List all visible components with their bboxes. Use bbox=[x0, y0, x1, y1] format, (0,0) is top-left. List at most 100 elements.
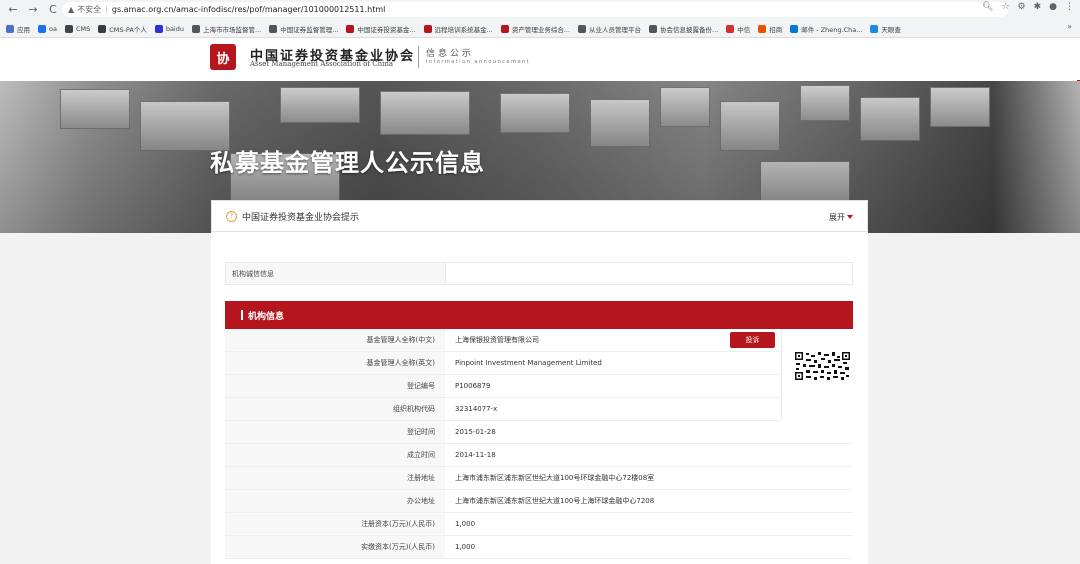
bookmark-favicon-icon bbox=[578, 24, 587, 33]
browser-toolbar: ← → C ▲ 不安全 | gs.amac.org.cn/amac-infodi… bbox=[0, 0, 1080, 38]
bookmark-label: CMS-PA个人 bbox=[109, 25, 147, 34]
bookmark-label: 远程培训系统基金... bbox=[434, 25, 493, 34]
bookmark-label: baidu bbox=[165, 24, 184, 33]
info-row-value: 上海市浦东新区浦东新区世纪大道100号上海环球金融中心7208 bbox=[455, 497, 655, 505]
complain-button[interactable]: 投诉 bbox=[730, 332, 775, 348]
caret-down-icon[interactable] bbox=[847, 215, 853, 219]
bookmark-item[interactable]: 中信 bbox=[726, 24, 750, 34]
bookmark-label: 上海市市场监督管... bbox=[203, 25, 262, 34]
profile-icon[interactable]: ● bbox=[1049, 2, 1057, 12]
forward-icon[interactable]: → bbox=[26, 3, 40, 17]
bookmark-item[interactable]: 邮件 - Zheng.Cha... bbox=[790, 24, 862, 34]
bookmark-label: CMS bbox=[75, 24, 91, 33]
bookmark-item[interactable]: CMS bbox=[64, 24, 91, 33]
bookmark-item[interactable]: 中国证券监督管理... bbox=[269, 24, 338, 34]
bookmarks-more-icon[interactable]: » bbox=[1067, 22, 1072, 31]
bookmark-label: oa bbox=[49, 24, 57, 33]
bookmark-label: 招商 bbox=[769, 25, 783, 34]
zoom-icon[interactable]: 🔍︎ bbox=[982, 2, 993, 12]
bookmark-item[interactable]: 远程培训系统基金... bbox=[423, 24, 493, 34]
menu-icon[interactable]: ⋮ bbox=[1065, 2, 1074, 12]
bookmark-label: 中国证券投资基金... bbox=[357, 25, 416, 34]
bookmark-favicon-icon bbox=[649, 24, 658, 33]
info-row-label: 成立时间 bbox=[225, 444, 445, 466]
credit-info-label: 机构诚信信息 bbox=[226, 263, 446, 284]
bookmark-label: 从业人员管理平台 bbox=[589, 25, 642, 34]
bookmark-favicon-icon bbox=[790, 24, 799, 33]
bookmark-favicon-icon bbox=[98, 24, 107, 33]
qr-code-icon bbox=[794, 351, 851, 381]
section-bar bbox=[241, 310, 243, 320]
address-bar[interactable]: ▲ 不安全 | gs.amac.org.cn/amac-infodisc/res… bbox=[62, 2, 1008, 17]
bookmark-favicon-icon bbox=[269, 24, 278, 33]
bookmark-label: 邮件 - Zheng.Cha... bbox=[801, 25, 863, 34]
puzzle-icon[interactable]: ✱ bbox=[1034, 2, 1042, 12]
info-row-value: 1,000 bbox=[455, 520, 476, 528]
qr-cell bbox=[781, 329, 853, 421]
bookmark-favicon-icon bbox=[870, 24, 879, 33]
amac-logo[interactable]: 协 bbox=[210, 44, 236, 70]
insecure-label: 不安全 bbox=[77, 5, 102, 14]
extension-icon[interactable]: ⚙ bbox=[1018, 2, 1026, 12]
back-icon[interactable]: ← bbox=[6, 3, 20, 17]
bookmark-item[interactable]: 资产管理业务综合... bbox=[500, 24, 571, 34]
info-row-value: 32314077-x bbox=[455, 405, 498, 413]
bookmark-label: 协会信息披露备份... bbox=[660, 25, 719, 34]
credit-info-row: 机构诚信信息 bbox=[225, 262, 853, 285]
warning-icon: ▲ bbox=[68, 5, 75, 14]
bookmark-favicon-icon bbox=[726, 24, 735, 33]
bookmark-item[interactable]: 上海市市场监督管... bbox=[192, 24, 261, 34]
bookmark-favicon-icon bbox=[154, 24, 163, 33]
info-row-label: 基金管理人全称(英文) bbox=[225, 352, 445, 374]
info-row: 实缴资本(万元)(人民币) 1,000 bbox=[225, 536, 853, 559]
info-row-value: Pinpoint Investment Management Limited bbox=[455, 359, 602, 367]
info-row: 注册资本(万元)(人民币) 1,000 bbox=[225, 513, 853, 536]
notice-bar[interactable]: ? 中国证券投资基金业协会提示 展开 bbox=[211, 200, 868, 232]
bookmark-item[interactable]: baidu bbox=[154, 24, 184, 33]
bookmark-item[interactable]: CMS-PA个人 bbox=[98, 24, 147, 34]
address-separator: | bbox=[105, 5, 108, 14]
info-row-value: 1,000 bbox=[455, 543, 476, 551]
info-row-label: 基金管理人全称(中文) bbox=[225, 329, 445, 351]
section-name-cn: 信息公示 bbox=[426, 49, 475, 59]
info-row: 组织机构代码 32314077-x bbox=[225, 398, 853, 421]
bookmark-label: 中国证券监督管理... bbox=[280, 25, 339, 34]
notice-text: 中国证券投资基金业协会提示 bbox=[242, 212, 360, 223]
section-name-en: information announcement bbox=[426, 59, 531, 65]
url-text[interactable]: gs.amac.org.cn/amac-infodisc/res/pof/man… bbox=[112, 5, 385, 14]
bookmark-label: 天眼查 bbox=[881, 25, 901, 34]
site-header: 协 中国证券投资基金业协会 Asset Management Associati… bbox=[0, 38, 1080, 81]
info-row: 办公地址 上海市浦东新区浦东新区世纪大道100号上海环球金融中心7208 bbox=[225, 490, 853, 513]
bookmark-item[interactable]: 招商 bbox=[758, 24, 782, 34]
info-row: 注册地址 上海市浦东新区浦东新区世纪大道100号环球金融中心72楼08室 bbox=[225, 467, 853, 490]
bookmark-favicon-icon bbox=[423, 24, 432, 33]
info-row-label: 组织机构代码 bbox=[225, 398, 445, 420]
bookmark-item[interactable]: 中国证券投资基金... bbox=[346, 24, 416, 34]
bookmark-item[interactable]: 应用 bbox=[6, 24, 30, 34]
section-header: 机构信息 bbox=[225, 301, 853, 329]
bookmark-item[interactable]: 天眼查 bbox=[870, 24, 901, 34]
question-icon: ? bbox=[226, 210, 237, 222]
bookmark-item[interactable]: 协会信息披露备份... bbox=[649, 24, 718, 34]
reload-icon[interactable]: C bbox=[46, 3, 60, 17]
info-row-label: 注册地址 bbox=[225, 467, 445, 489]
info-row-value: 2014-11-18 bbox=[455, 451, 496, 459]
address-row: ← → C ▲ 不安全 | gs.amac.org.cn/amac-infodi… bbox=[0, 0, 1080, 19]
info-row-value: 2015-01-28 bbox=[455, 428, 496, 436]
info-row: 成立时间 2014-11-18 bbox=[225, 444, 853, 467]
info-row-label: 注册资本(万元)(人民币) bbox=[225, 513, 445, 535]
bookmark-favicon-icon bbox=[6, 24, 14, 33]
bookmark-label: 资产管理业务综合... bbox=[511, 25, 571, 34]
page-title: 私募基金管理人公示信息 bbox=[210, 149, 485, 177]
bookmark-favicon-icon bbox=[192, 24, 200, 33]
bookmark-favicon-icon bbox=[64, 24, 73, 33]
info-row-label: 登记编号 bbox=[225, 375, 445, 397]
bookmark-item[interactable]: oa bbox=[38, 24, 57, 33]
section-title: 机构信息 bbox=[248, 311, 285, 322]
expand-toggle[interactable]: 展开 bbox=[829, 212, 845, 223]
star-icon[interactable]: ☆ bbox=[1001, 2, 1009, 12]
bookmarks-bar: 应用 oa CMS CMS-PA个人 baidu 上海市市场监督管... 中国证券监督管理.… bbox=[0, 20, 1080, 37]
bookmark-label: 应用 bbox=[17, 25, 30, 34]
bookmark-item[interactable]: 从业人员管理平台 bbox=[578, 24, 641, 34]
bookmark-label: 中信 bbox=[737, 25, 751, 34]
